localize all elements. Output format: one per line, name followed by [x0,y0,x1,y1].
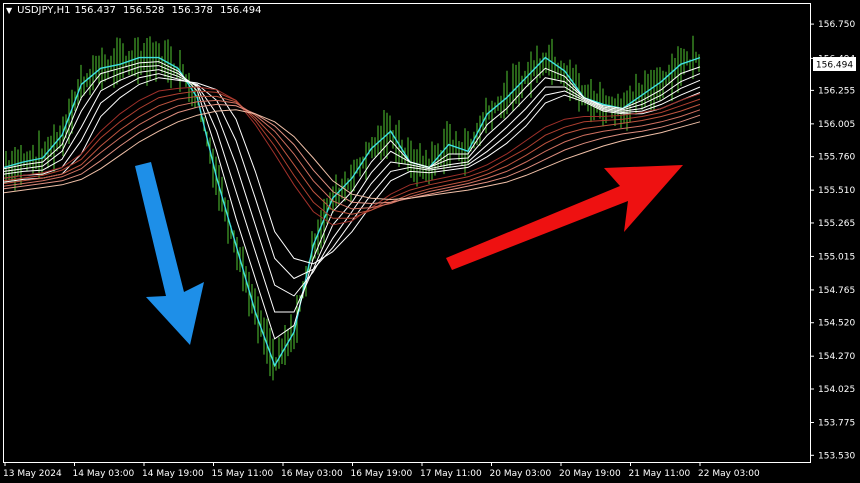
high-value: 156.528 [123,4,165,16]
chart-header: ▼ USDJPY,H1 156.437 156.528 156.378 156.… [6,3,261,17]
time-tick-label: 20 May 19:00 [559,469,621,479]
time-tick-label: 13 May 2024 [3,469,62,479]
chart-window[interactable]: ▼ USDJPY,H1 156.437 156.528 156.378 156.… [0,0,860,483]
close-value: 156.494 [220,4,262,16]
price-tick-label: 156.005 [818,120,855,130]
price-tick-label: 154.270 [818,352,855,362]
time-tick-label: 22 May 03:00 [698,469,760,479]
price-tick-label: 154.025 [818,385,855,395]
time-tick-label: 14 May 19:00 [142,469,204,479]
open-value: 156.437 [74,4,116,16]
price-tick-label: 156.750 [818,20,855,30]
price-tick-label: 154.765 [818,286,855,296]
time-tick-label: 14 May 03:00 [73,469,135,479]
current-price-tag-text: 156.494 [816,61,853,71]
time-axis: 13 May 2024 14 May 03:00 14 May 19:00 15 Ma… [3,462,760,479]
price-tick-label: 153.775 [818,418,855,428]
low-value: 156.378 [171,4,213,16]
price-tick-label: 155.015 [818,252,855,262]
price-tick-label: 156.255 [818,86,855,96]
time-tick-label: 20 May 03:00 [490,469,552,479]
price-tick-label: 155.760 [818,153,855,163]
ohlc-readout: 156.437 156.528 156.378 156.494 [70,5,261,16]
dropdown-triangle-icon[interactable]: ▼ [6,6,12,15]
current-price-tag: 156.494 [813,57,856,71]
price-tick-label: 155.265 [818,219,855,229]
trend-arrows [135,162,683,345]
price-axis: 156.750 156.494 156.255 156.005 155.760 155.5… [810,20,855,461]
time-tick-label: 17 May 11:00 [420,469,482,479]
time-tick-label: 21 May 11:00 [629,469,691,479]
symbol-label: USDJPY,H1 [17,4,71,16]
price-tick-label: 155.510 [818,186,855,196]
downtrend-arrow [135,162,204,345]
time-tick-label: 16 May 03:00 [281,469,343,479]
price-chart[interactable]: 156.750 156.494 156.255 156.005 155.760 155.5… [0,0,860,483]
price-tick-label: 154.520 [818,319,855,329]
time-tick-label: 15 May 11:00 [212,469,274,479]
price-tick-label: 153.530 [818,451,855,461]
uptrend-arrow [446,165,683,270]
moving-average-line [3,103,701,205]
time-tick-label: 16 May 19:00 [351,469,413,479]
